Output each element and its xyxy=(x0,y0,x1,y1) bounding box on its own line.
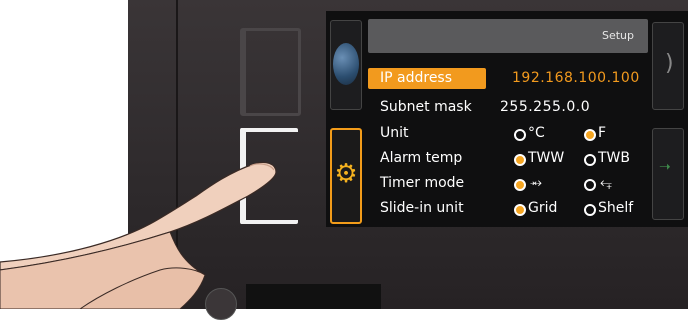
slide-shelf-label: Shelf xyxy=(598,200,634,216)
bracket-icon: ) xyxy=(665,51,674,76)
timer-mode-label: Timer mode xyxy=(380,175,465,191)
upper-touch-button[interactable] xyxy=(240,28,301,116)
slide-shelf-radio[interactable] xyxy=(584,204,596,216)
unit-label: Unit xyxy=(380,125,409,141)
slide-in-label: Slide-in unit xyxy=(380,200,464,216)
bottom-slot xyxy=(246,284,381,309)
right-nav-strip: ) ➝ xyxy=(652,18,688,220)
network-tab[interactable] xyxy=(330,20,362,110)
slide-grid-label: Grid xyxy=(528,200,558,216)
alarm-twb-label: TWB xyxy=(598,150,630,166)
subnet-value[interactable]: 255.255.0.0 xyxy=(500,99,590,115)
unit-f-label: F xyxy=(598,125,607,141)
ip-address-label: IP address xyxy=(380,70,453,86)
subnet-label: Subnet mask xyxy=(380,99,472,115)
lower-touch-button[interactable] xyxy=(240,128,298,224)
page-title: Setup xyxy=(601,29,634,42)
unit-celsius-label: °C xyxy=(528,125,545,141)
right-tile-top[interactable]: ) xyxy=(652,22,684,110)
timer-up-radio[interactable] xyxy=(514,179,526,191)
unit-celsius-radio[interactable] xyxy=(514,129,526,141)
left-nav-strip: ⚙ xyxy=(330,18,362,224)
ip-address-value[interactable]: 192.168.100.100 xyxy=(512,70,640,86)
timer-up-icon: ⥇ xyxy=(530,173,543,191)
alarm-temp-label: Alarm temp xyxy=(380,150,463,166)
settings-tab[interactable]: ⚙ xyxy=(330,128,362,224)
globe-icon xyxy=(333,43,359,85)
unit-f-radio[interactable] xyxy=(584,129,596,141)
timer-down-radio[interactable] xyxy=(584,179,596,191)
arrow-icon: ➝ xyxy=(659,159,671,175)
title-bar: Setup xyxy=(368,19,648,53)
right-tile-bottom[interactable]: ➝ xyxy=(652,128,684,220)
panel-edge xyxy=(176,0,178,309)
ip-address-row[interactable]: IP address xyxy=(368,68,486,89)
alarm-tww-label: TWW xyxy=(528,150,565,166)
bottom-knob[interactable] xyxy=(205,288,237,320)
alarm-tww-radio[interactable] xyxy=(514,154,526,166)
settings-gear-icon: ⚙ xyxy=(334,159,358,189)
slide-grid-radio[interactable] xyxy=(514,204,526,216)
alarm-twb-radio[interactable] xyxy=(584,154,596,166)
timer-down-icon: ⥆ xyxy=(600,173,613,191)
